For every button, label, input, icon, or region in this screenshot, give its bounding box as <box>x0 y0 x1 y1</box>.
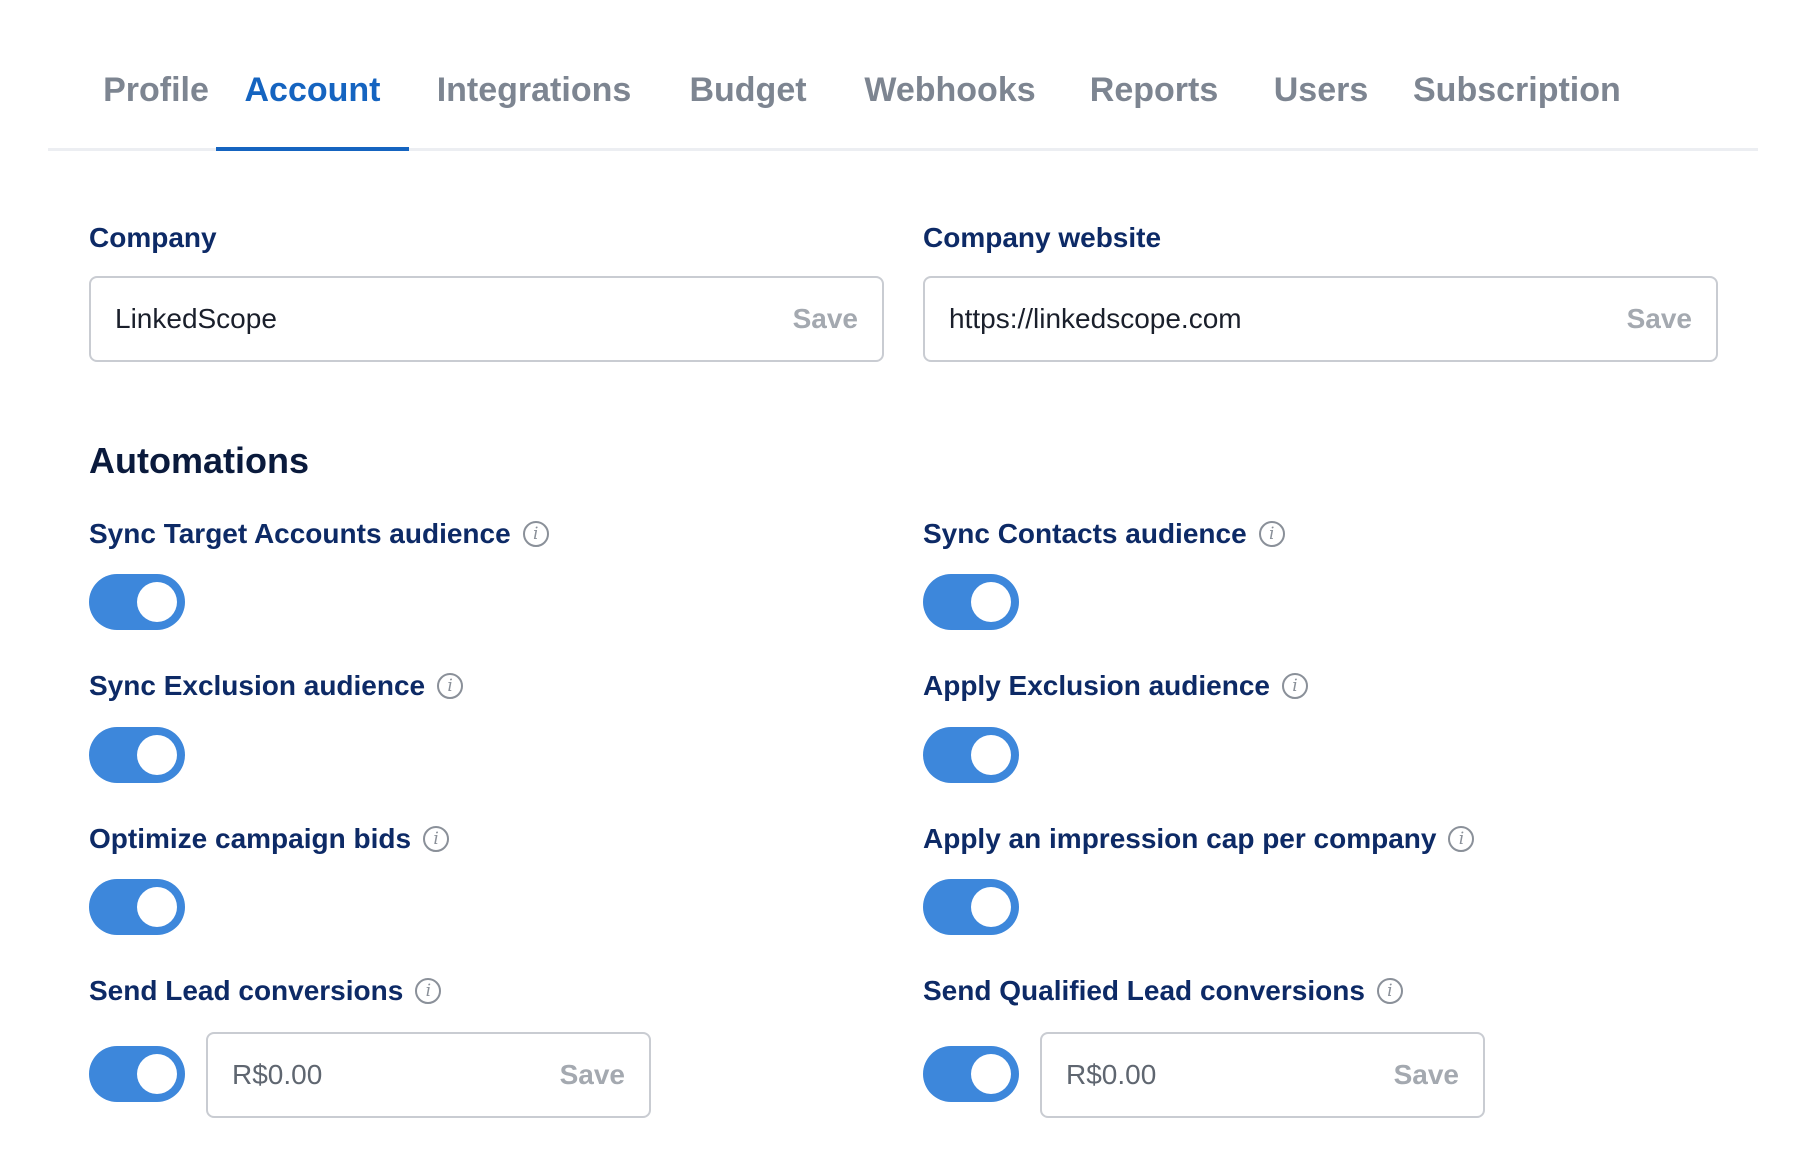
lead-conversion-save-button[interactable]: Save <box>560 1059 625 1091</box>
info-icon[interactable]: i <box>1376 978 1403 1004</box>
sync-contacts-toggle[interactable] <box>923 574 1019 630</box>
lead-conversion-value-input[interactable]: R$0.00 Save <box>206 1032 651 1118</box>
tab-webhooks[interactable]: Webhooks <box>860 46 1040 148</box>
optimize-bids-toggle[interactable] <box>89 879 185 935</box>
toggle-knob <box>137 582 177 622</box>
send-qualified-lead-conversions-toggle[interactable] <box>923 1046 1019 1102</box>
qualified-lead-conversion-save-button[interactable]: Save <box>1394 1059 1459 1091</box>
sync-contacts-label: Sync Contacts audience i <box>923 518 1285 550</box>
send-lead-conversions-label: Send Lead conversions i <box>89 975 442 1007</box>
send-lead-conversions-toggle[interactable] <box>89 1046 185 1102</box>
info-icon[interactable]: i <box>415 978 442 1004</box>
company-website-value[interactable]: https://linkedscope.com <box>949 303 1242 335</box>
sync-target-accounts-toggle[interactable] <box>89 574 185 630</box>
tab-integrations[interactable]: Integrations <box>434 46 634 148</box>
company-website-label: Company website <box>923 222 1162 253</box>
qualified-lead-conversion-value-input[interactable]: R$0.00 Save <box>1040 1032 1485 1118</box>
sync-target-accounts-label: Sync Target Accounts audience i <box>89 518 549 550</box>
toggle-knob <box>971 1054 1011 1094</box>
info-icon[interactable]: i <box>1258 521 1285 547</box>
toggle-knob <box>137 1054 177 1094</box>
tab-users[interactable]: Users <box>1266 46 1376 148</box>
optimize-bids-label: Optimize campaign bids i <box>89 823 450 855</box>
info-icon[interactable]: i <box>423 826 450 852</box>
impression-cap-label: Apply an impression cap per company i <box>923 823 1475 855</box>
info-icon[interactable]: i <box>522 521 549 547</box>
company-input[interactable]: LinkedScope Save <box>89 276 884 362</box>
tab-subscription[interactable]: Subscription <box>1413 46 1621 148</box>
company-save-button[interactable]: Save <box>793 303 858 335</box>
company-value[interactable]: LinkedScope <box>115 303 277 335</box>
company-website-input[interactable]: https://linkedscope.com Save <box>923 276 1718 362</box>
lead-conversion-value[interactable]: R$0.00 <box>232 1059 322 1091</box>
info-icon[interactable]: i <box>1448 826 1475 852</box>
qualified-lead-conversion-value[interactable]: R$0.00 <box>1066 1059 1156 1091</box>
toggle-knob <box>971 735 1011 775</box>
toggle-knob <box>971 582 1011 622</box>
tab-profile[interactable]: Profile <box>86 46 226 148</box>
tab-account[interactable]: Account <box>216 46 409 151</box>
sync-exclusion-toggle[interactable] <box>89 727 185 783</box>
apply-exclusion-toggle[interactable] <box>923 727 1019 783</box>
info-icon[interactable]: i <box>1281 673 1308 699</box>
send-qualified-lead-conversions-label: Send Qualified Lead conversions i <box>923 975 1403 1007</box>
toggle-knob <box>137 887 177 927</box>
tab-reports[interactable]: Reports <box>1079 46 1229 148</box>
company-website-save-button[interactable]: Save <box>1627 303 1692 335</box>
toggle-knob <box>971 887 1011 927</box>
company-label: Company <box>89 222 217 253</box>
info-icon[interactable]: i <box>437 673 464 699</box>
settings-tabs: Profile Account Integrations Budget Webh… <box>48 46 1758 151</box>
toggle-knob <box>137 735 177 775</box>
tab-budget[interactable]: Budget <box>678 46 818 148</box>
sync-exclusion-label: Sync Exclusion audience i <box>89 670 464 702</box>
apply-exclusion-label: Apply Exclusion audience i <box>923 670 1308 702</box>
impression-cap-toggle[interactable] <box>923 879 1019 935</box>
automations-title: Automations <box>89 440 309 481</box>
